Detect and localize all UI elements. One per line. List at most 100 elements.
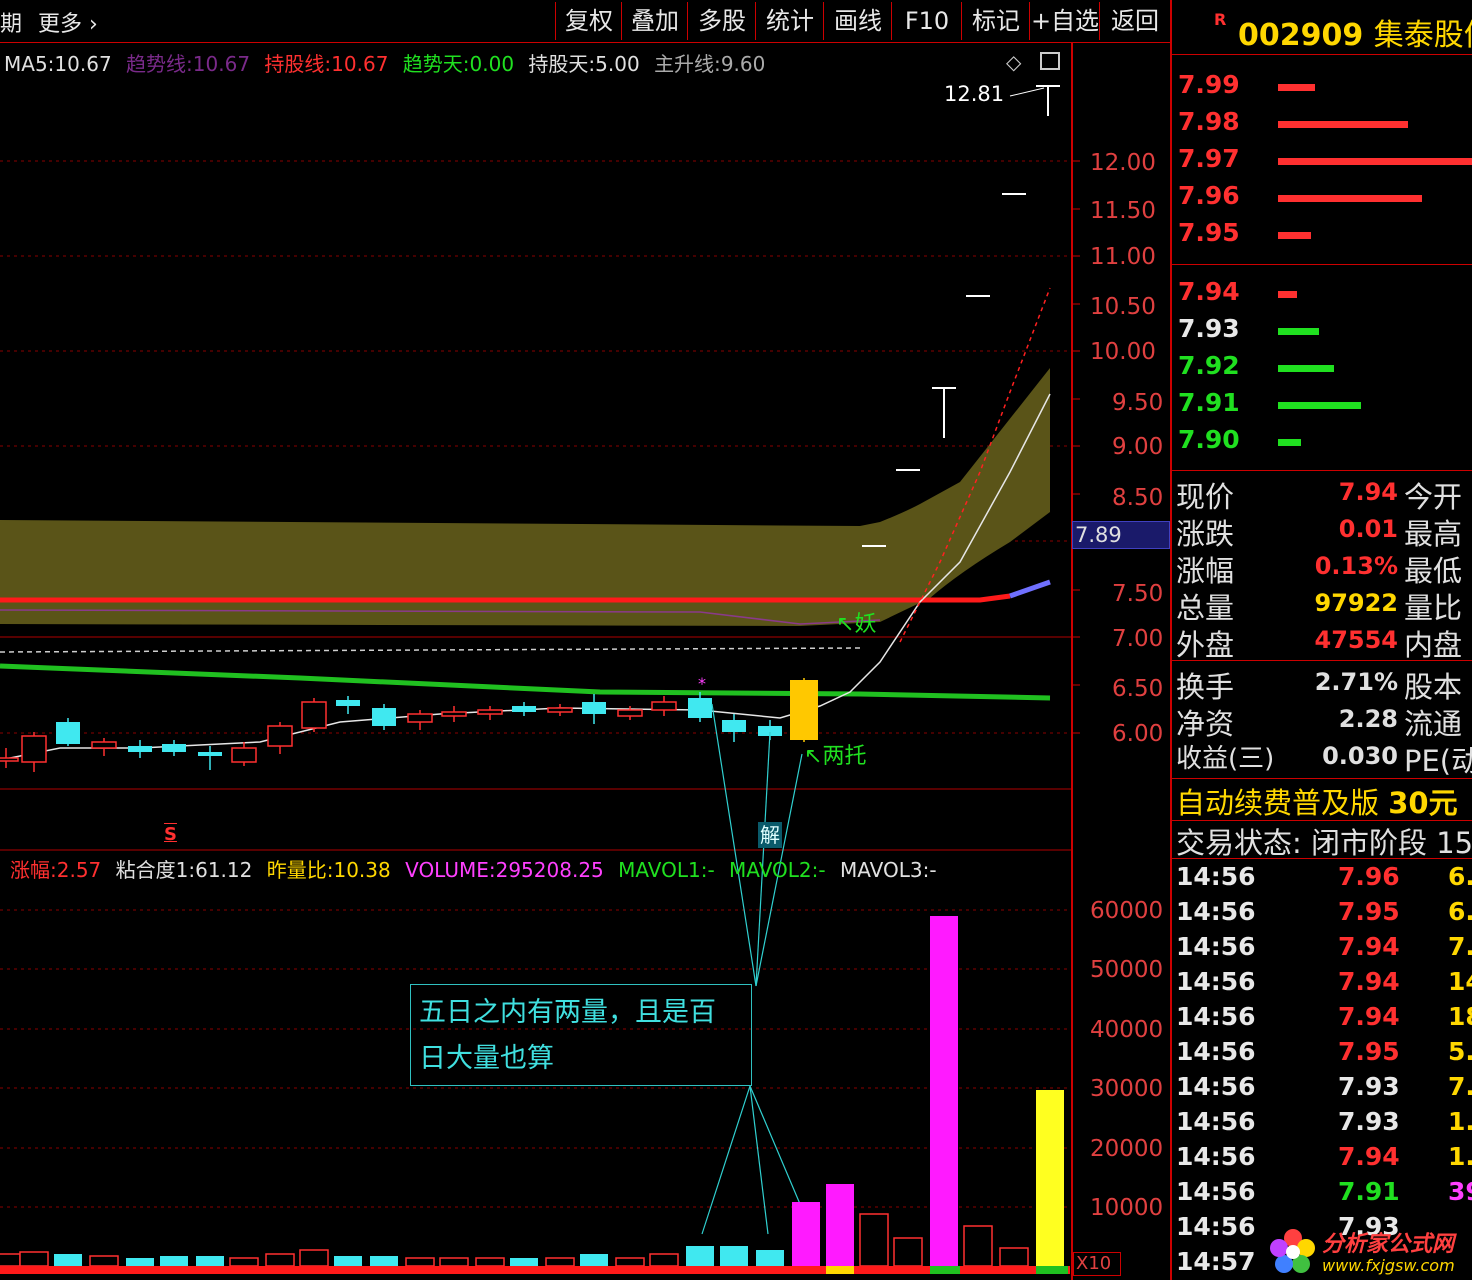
tick-volume: 6.	[1448, 897, 1472, 926]
liangtuo-label: 两托	[822, 744, 867, 769]
mavol3-label: MAVOL3:	[839, 858, 930, 882]
price-tick: 6.50	[1112, 676, 1164, 702]
bid-size-bar	[1278, 328, 1319, 335]
volume-tick: 30000	[1090, 1076, 1164, 1102]
bid-price: 7.94	[1178, 277, 1240, 306]
bid-size-bar	[1278, 365, 1334, 372]
stock-marker: R	[1214, 10, 1227, 29]
bid-price: 7.93	[1178, 314, 1240, 343]
tick-price: 7.94	[1338, 967, 1400, 996]
mark-button[interactable]: 标记	[961, 2, 1030, 40]
tick-volume: 5.	[1448, 1037, 1472, 1066]
mavol1-value: -	[707, 858, 715, 882]
multi-stock-button[interactable]: 多股	[687, 2, 756, 40]
volume-label: VOLUME:	[405, 858, 496, 882]
tick-time: 14:56	[1176, 1142, 1256, 1171]
volume-bar	[792, 1202, 820, 1266]
volume-bar	[826, 1184, 854, 1266]
volume-bar	[963, 1225, 993, 1267]
volume-bar	[475, 1257, 505, 1267]
candle	[372, 708, 396, 726]
candle	[21, 735, 47, 763]
candle	[722, 720, 746, 732]
watermark: 分析家公式网 www.fxjgsw.com	[1268, 1222, 1472, 1280]
volume-bar	[756, 1250, 784, 1266]
volume-bar	[649, 1253, 679, 1267]
candle	[790, 680, 818, 740]
support-line	[0, 663, 1051, 701]
chevron-right-icon: ›	[89, 12, 98, 37]
candle	[582, 702, 606, 714]
volume-bar	[299, 1249, 329, 1267]
ask-size-bar	[1278, 232, 1311, 239]
volume-bar	[160, 1256, 188, 1266]
yao-marker: ↖妖	[836, 612, 877, 637]
toolbar: 期 更多 › 复权 叠加 多股 统计 画线 F10 标记 +自选 返回	[0, 0, 1170, 43]
promo-banner[interactable]: 自动续费普及版 30元	[1176, 780, 1458, 822]
quote-value: 0.030	[1322, 742, 1398, 770]
candle	[651, 701, 677, 711]
candle	[0, 757, 19, 762]
volume-bar	[334, 1256, 362, 1266]
liangtuo-marker: ↖两托	[804, 744, 867, 769]
tick-time: 14:56	[1176, 932, 1256, 961]
candle	[512, 706, 536, 712]
price-tick: 9.00	[1112, 434, 1164, 460]
volume-bar	[54, 1254, 82, 1266]
candle	[128, 746, 152, 752]
vol-ratio-label: 昨量比:	[266, 858, 334, 882]
f10-button[interactable]: F10	[891, 2, 962, 40]
tick-time: 14:56	[1176, 1002, 1256, 1031]
volume-tick: 40000	[1090, 1017, 1164, 1043]
add-watchlist-button[interactable]: +自选	[1029, 2, 1100, 40]
candle	[336, 700, 360, 706]
volume-bar	[370, 1256, 398, 1266]
overlay-button[interactable]: 叠加	[621, 2, 688, 40]
volume-bar	[510, 1258, 538, 1266]
jie-marker: 解	[758, 822, 782, 848]
tick-time: 14:56	[1176, 967, 1256, 996]
quote-right-label: 内盘	[1404, 628, 1463, 662]
mavol1-label: MAVOL1:	[618, 858, 708, 882]
tick-volume: 7.	[1448, 932, 1472, 961]
flower-logo-icon	[1270, 1229, 1315, 1273]
tick-volume: 6.	[1448, 862, 1472, 891]
price-tick: 11.50	[1090, 198, 1156, 224]
tick-volume: 14.	[1448, 967, 1472, 996]
volume-bar	[1036, 1090, 1064, 1266]
bid-size-bar	[1278, 439, 1301, 446]
bid-size-bar	[1278, 291, 1297, 298]
ask-price: 7.96	[1178, 181, 1240, 210]
volume-bar	[126, 1258, 154, 1266]
tick-volume: 18.	[1448, 1002, 1472, 1031]
stock-title: 002909 集泰股份	[1238, 10, 1472, 54]
ask-price: 7.95	[1178, 218, 1240, 247]
tick-time: 14:56	[1176, 1037, 1256, 1066]
draw-line-button[interactable]: 画线	[823, 2, 892, 40]
candle	[441, 711, 467, 717]
quote-panel: R 002909 集泰股份 7.99 7.98 7.97 7.96 7.95 7…	[1170, 0, 1472, 1280]
back-button[interactable]: 返回	[1099, 2, 1170, 40]
volume-bar	[580, 1254, 608, 1266]
more-menu[interactable]: 更多 ›	[38, 6, 98, 38]
more-label: 更多	[38, 12, 83, 37]
candle	[547, 707, 573, 713]
volume-bar	[930, 916, 958, 1266]
mavol2-label: MAVOL2:	[729, 858, 819, 882]
quote-right-label: 量比	[1404, 591, 1463, 625]
watermark-name: 分析家公式网	[1322, 1232, 1455, 1257]
price-tick: 10.00	[1090, 339, 1156, 365]
volume-bar	[0, 1253, 21, 1267]
tick-price: 7.91	[1338, 1177, 1400, 1206]
statistics-button[interactable]: 统计	[755, 2, 824, 40]
trade-status: 交易状态: 闭市阶段 15	[1176, 826, 1472, 860]
tick-price: 7.94	[1338, 932, 1400, 961]
quote-right-label: PE(动	[1404, 744, 1472, 778]
price-tick: 8.50	[1112, 485, 1164, 511]
tick-time: 14:56	[1176, 1107, 1256, 1136]
restore-rights-button[interactable]: 复权	[555, 2, 622, 40]
quote-right-label: 股本	[1404, 670, 1463, 704]
tick-volume: 7.	[1448, 1072, 1472, 1101]
callout-box: 五日之内有两量，且是百 日大量也算	[410, 984, 752, 1086]
period-menu[interactable]: 期	[0, 6, 22, 38]
